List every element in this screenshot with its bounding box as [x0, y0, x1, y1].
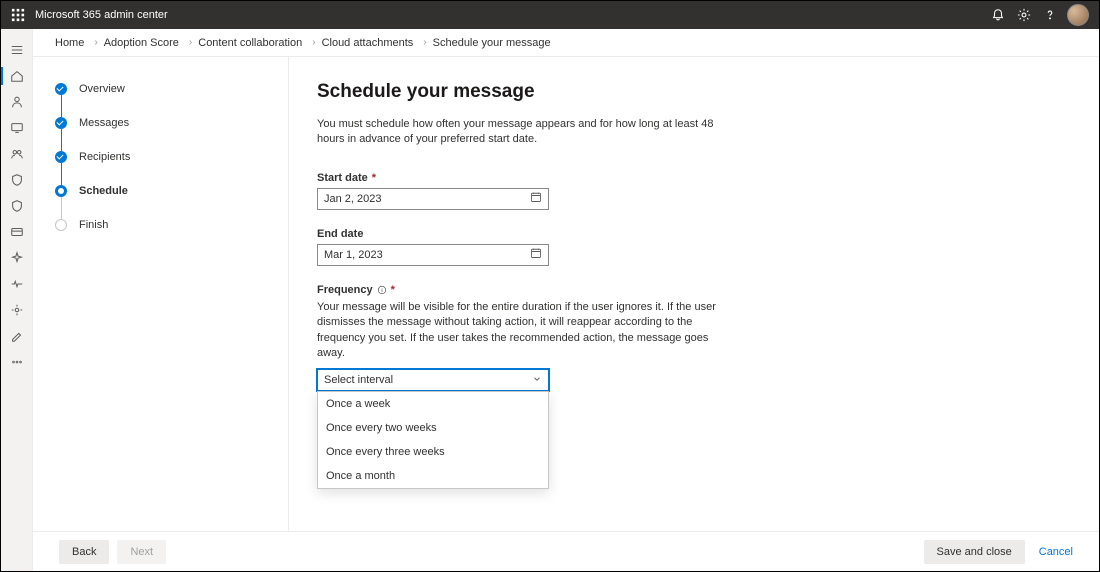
notifications-icon[interactable] [985, 1, 1011, 29]
frequency-help-text: Your message will be visible for the ent… [317, 300, 737, 362]
step-complete-icon [55, 117, 67, 129]
calendar-icon[interactable] [530, 247, 542, 262]
save-and-close-button[interactable]: Save and close [924, 540, 1025, 564]
global-header: Microsoft 365 admin center [1, 1, 1099, 29]
rail-shield2-icon[interactable] [1, 193, 33, 219]
breadcrumb-item[interactable]: Home [55, 37, 84, 49]
frequency-option[interactable]: Once every three weeks [318, 440, 548, 464]
rail-health-icon[interactable] [1, 271, 33, 297]
rail-groups-icon[interactable] [1, 141, 33, 167]
app-title: Microsoft 365 admin center [35, 9, 168, 21]
page-title: Schedule your message [317, 81, 1071, 103]
frequency-select[interactable]: Select interval [317, 369, 549, 391]
wizard-step-schedule[interactable]: Schedule [55, 185, 268, 197]
rail-settings2-icon[interactable] [1, 297, 33, 323]
breadcrumb-item[interactable]: Schedule your message [433, 37, 551, 49]
page-description: You must schedule how often your message… [317, 117, 737, 148]
back-button[interactable]: Back [59, 540, 109, 564]
rail-home-icon[interactable] [1, 63, 33, 89]
end-date-label: End date [317, 228, 1071, 240]
end-date-input[interactable]: Mar 1, 2023 [317, 244, 549, 266]
nav-rail [1, 29, 33, 571]
chevron-down-icon [532, 374, 542, 387]
frequency-option[interactable]: Once a month [318, 464, 548, 488]
chevron-right-icon: › [94, 37, 97, 48]
help-icon[interactable] [1037, 1, 1063, 29]
chevron-right-icon: › [189, 37, 192, 48]
form-panel: Schedule your message You must schedule … [288, 57, 1099, 531]
wizard-footer: Back Next Save and close Cancel [33, 531, 1099, 571]
breadcrumb-item[interactable]: Adoption Score [104, 37, 179, 49]
wizard-step-messages[interactable]: Messages [55, 117, 268, 129]
frequency-option[interactable]: Once every two weeks [318, 416, 548, 440]
rail-users-icon[interactable] [1, 89, 33, 115]
rail-more-icon[interactable] [1, 349, 33, 375]
step-complete-icon [55, 151, 67, 163]
next-button: Next [117, 540, 166, 564]
wizard-step-overview[interactable]: Overview [55, 83, 268, 95]
wizard-step-recipients[interactable]: Recipients [55, 151, 268, 163]
breadcrumb: Home › Adoption Score › Content collabor… [33, 29, 1099, 57]
start-date-input[interactable]: Jan 2, 2023 [317, 188, 549, 210]
wizard-step-finish[interactable]: Finish [55, 219, 268, 231]
rail-menu-icon[interactable] [1, 37, 33, 63]
chevron-right-icon: › [312, 37, 315, 48]
chevron-right-icon: › [423, 37, 426, 48]
info-icon[interactable] [377, 285, 387, 295]
rail-setup-icon[interactable] [1, 323, 33, 349]
settings-icon[interactable] [1011, 1, 1037, 29]
rail-shield1-icon[interactable] [1, 167, 33, 193]
rail-spark-icon[interactable] [1, 245, 33, 271]
frequency-dropdown: Once a week Once every two weeks Once ev… [317, 391, 549, 489]
wizard-steps: Overview Messages Recipients [33, 57, 288, 531]
breadcrumb-item[interactable]: Content collaboration [198, 37, 302, 49]
start-date-label: Start date* [317, 172, 1071, 184]
frequency-option[interactable]: Once a week [318, 392, 548, 416]
breadcrumb-item[interactable]: Cloud attachments [322, 37, 414, 49]
frequency-label: Frequency * [317, 284, 1071, 296]
rail-billing-icon[interactable] [1, 219, 33, 245]
rail-devices-icon[interactable] [1, 115, 33, 141]
step-future-icon [55, 219, 67, 231]
step-current-icon [55, 185, 67, 197]
account-avatar[interactable] [1067, 4, 1089, 26]
calendar-icon[interactable] [530, 191, 542, 206]
app-launcher-icon[interactable] [11, 8, 25, 22]
step-complete-icon [55, 83, 67, 95]
cancel-link[interactable]: Cancel [1039, 546, 1073, 558]
